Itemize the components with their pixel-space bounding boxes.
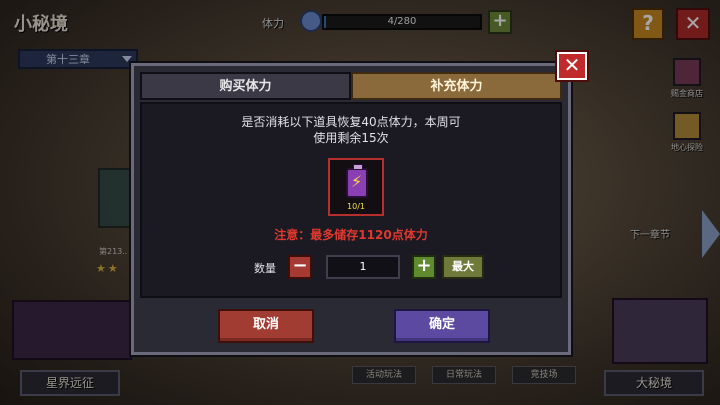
close-dialog-button[interactable]: ✕ [555, 50, 589, 82]
battery-icon: ⚡ [346, 164, 368, 198]
quantity-label: 数量 [254, 262, 276, 275]
description-line-2: 使用剩余15次 [313, 131, 389, 145]
dialog-description: 是否消耗以下道具恢复40点体力，本周可 使用剩余15次 [142, 114, 560, 146]
item-slot[interactable]: ⚡ 10/1 [328, 158, 384, 216]
tab-buy-stamina[interactable]: 购买体力 [140, 72, 351, 100]
item-count: 10/1 [347, 202, 365, 211]
increase-button[interactable]: + [412, 255, 436, 279]
dialog-tabs: 购买体力 补充体力 [140, 72, 562, 100]
confirm-button[interactable]: 确定 [394, 309, 490, 343]
dialog-content: 是否消耗以下道具恢复40点体力，本周可 使用剩余15次 ⚡ 10/1 注意：最多… [140, 102, 562, 298]
storage-warning: 注意：最多储存1120点体力 [274, 228, 428, 242]
quantity-field[interactable]: 1 [326, 255, 400, 279]
tab-refill-stamina[interactable]: 补充体力 [351, 72, 562, 100]
lightning-icon: ⚡ [351, 172, 363, 191]
cancel-button[interactable]: 取消 [218, 309, 314, 343]
max-button[interactable]: 最大 [442, 255, 484, 279]
stamina-dialog: 购买体力 补充体力 是否消耗以下道具恢复40点体力，本周可 使用剩余15次 ⚡ … [131, 63, 571, 355]
description-line-1: 是否消耗以下道具恢复40点体力，本周可 [241, 115, 461, 129]
decrease-button[interactable]: − [288, 255, 312, 279]
